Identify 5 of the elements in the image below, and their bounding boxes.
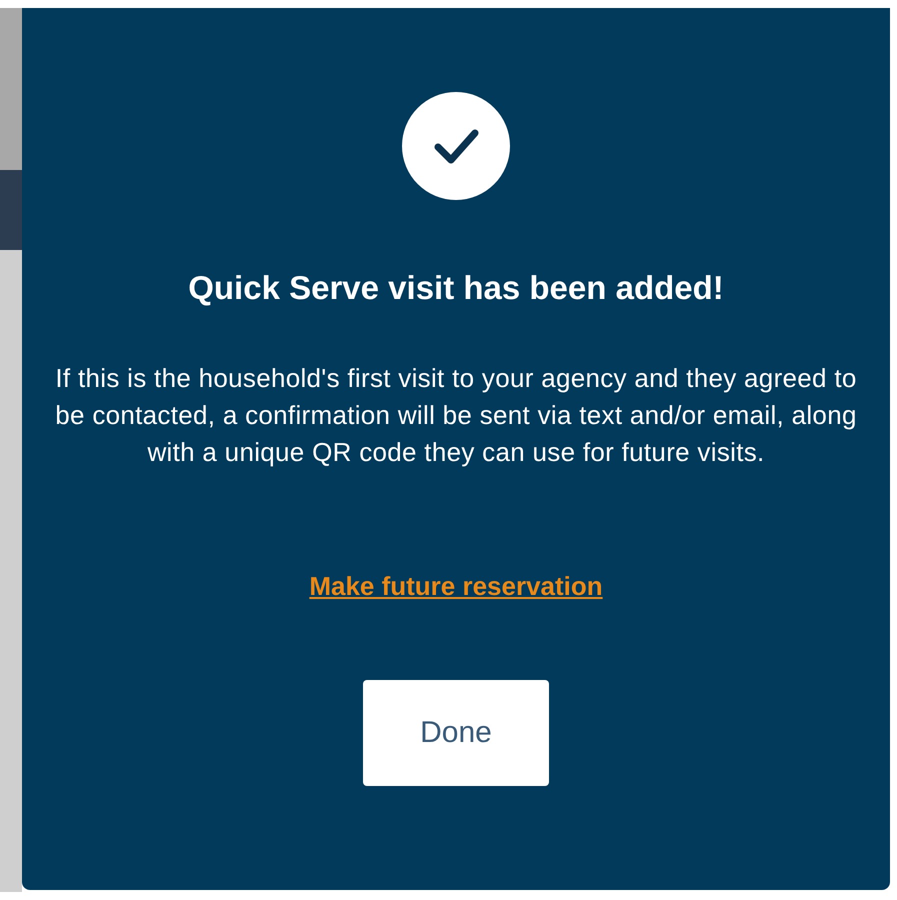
dialog-title: Quick Serve visit has been added! [188,268,724,308]
done-button[interactable]: Done [363,680,549,786]
reservation-link[interactable]: Make future reservation [309,571,603,602]
dialog-message: If this is the household's first visit to your agency and they agreed to be contacted, a confirmation will be sent via text and/or email, along with a unique QR code they can use for future visits. [54,362,858,469]
checkmark-icon [402,92,510,200]
